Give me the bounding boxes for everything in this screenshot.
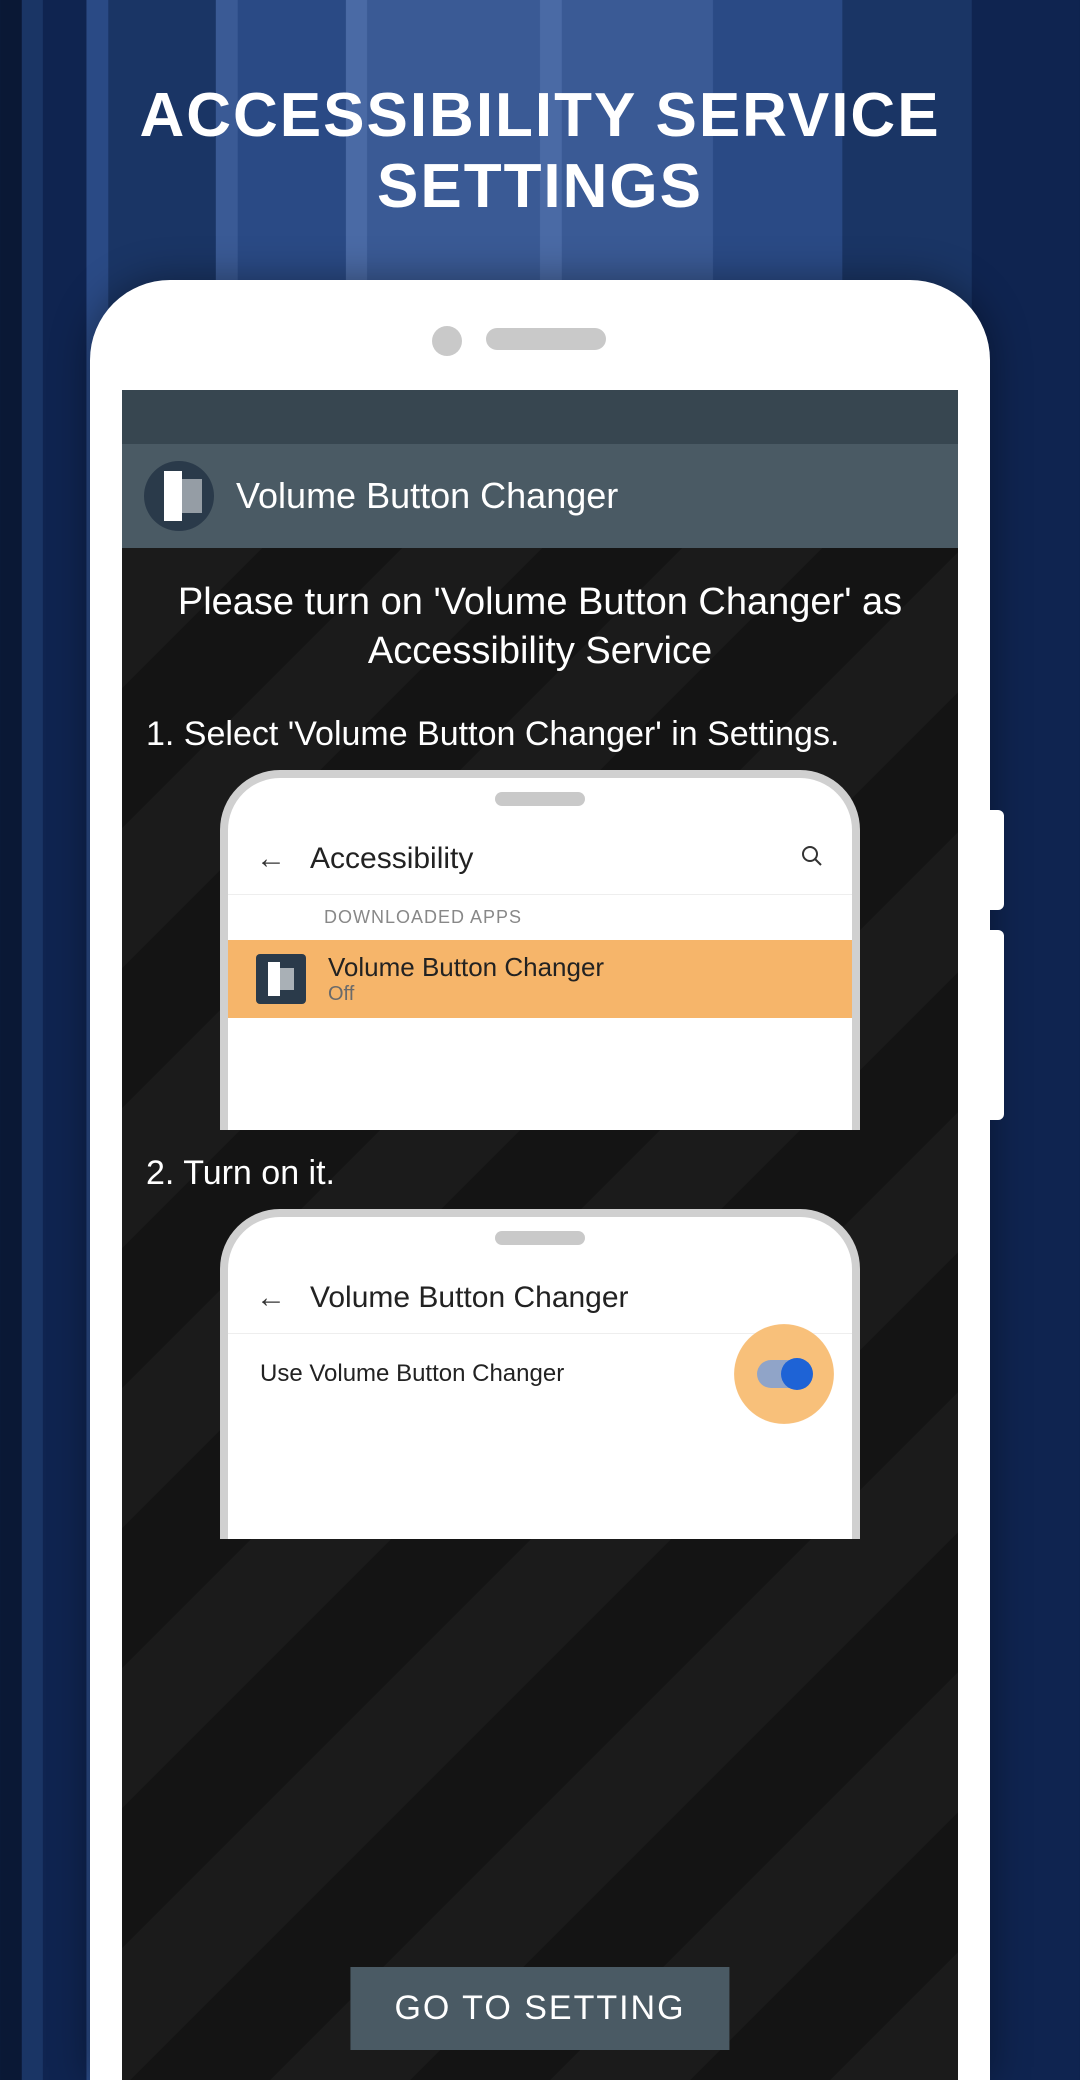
mini2-row-label: Use Volume Button Changer bbox=[260, 1360, 564, 1388]
example-screenshot-1: ← Accessibility DOWNLOADED APPS bbox=[220, 770, 860, 1130]
phone-frame: Volume Button Changer Please turn on 'Vo… bbox=[90, 280, 990, 2080]
mini2-toggle-row[interactable]: Use Volume Button Changer bbox=[228, 1333, 852, 1414]
instruction-panel: Please turn on 'Volume Button Changer' a… bbox=[122, 548, 958, 2080]
mini2-header: ← Volume Button Changer bbox=[228, 1267, 852, 1333]
instruction-step-2: 2. Turn on it. bbox=[146, 1154, 940, 1193]
phone-screen: Volume Button Changer Please turn on 'Vo… bbox=[122, 390, 958, 2080]
mini2-title: Volume Button Changer bbox=[310, 1281, 629, 1315]
toggle-highlight bbox=[734, 1324, 834, 1424]
example-screenshot-2: ← Volume Button Changer Use Volume Butto… bbox=[220, 1209, 860, 1539]
search-icon[interactable] bbox=[800, 842, 824, 876]
mini1-highlighted-row[interactable]: Volume Button Changer Off bbox=[228, 940, 852, 1018]
go-to-setting-button[interactable]: GO TO SETTING bbox=[350, 1967, 729, 2050]
mini1-title: Accessibility bbox=[310, 842, 473, 876]
phone-side-button bbox=[990, 930, 1004, 1120]
app-icon bbox=[144, 461, 214, 531]
instruction-step-1: 1. Select 'Volume Button Changer' in Set… bbox=[146, 715, 940, 754]
mini1-section-label: DOWNLOADED APPS bbox=[228, 894, 852, 940]
app-bar: Volume Button Changer bbox=[122, 444, 958, 548]
page-title: ACCESSIBILITY SERVICESETTINGS bbox=[0, 0, 1080, 263]
back-arrow-icon[interactable]: ← bbox=[256, 842, 286, 876]
toggle-switch-icon[interactable] bbox=[757, 1360, 811, 1388]
phone-side-button bbox=[990, 810, 1004, 910]
back-arrow-icon[interactable]: ← bbox=[256, 1281, 286, 1315]
app-bar-title: Volume Button Changer bbox=[236, 475, 618, 517]
instruction-heading: Please turn on 'Volume Button Changer' a… bbox=[140, 578, 940, 707]
mini1-header: ← Accessibility bbox=[228, 828, 852, 894]
status-bar bbox=[122, 390, 958, 444]
app-list-icon bbox=[256, 954, 306, 1004]
mini1-item-title: Volume Button Changer bbox=[328, 952, 604, 983]
mini1-item-status: Off bbox=[328, 983, 604, 1006]
